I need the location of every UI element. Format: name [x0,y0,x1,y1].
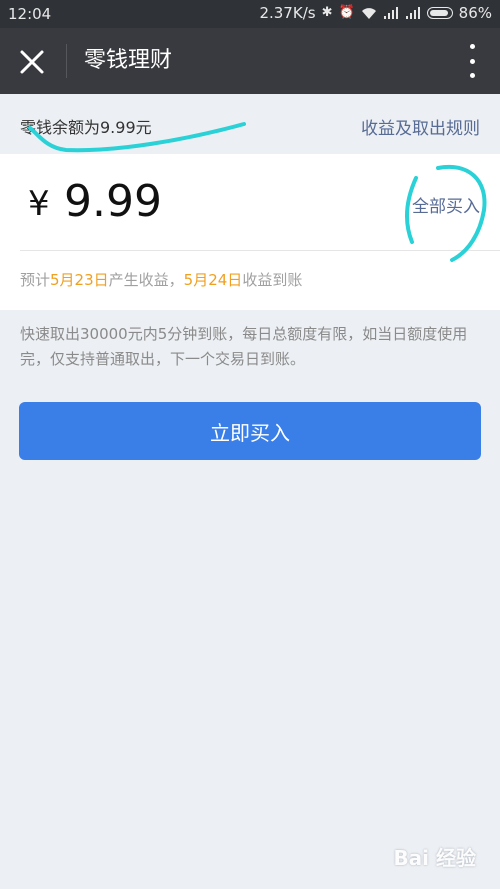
bluetooth-icon: ✱ [321,5,333,20]
balance-row: 零钱余额为9.99元 收益及取出规则 [0,94,500,154]
forecast-text: 预计5月23日产生收益，5月24日收益到账 [20,271,303,289]
alarm-icon: ⏰ [338,5,355,20]
amount-input[interactable] [64,176,364,227]
more-button[interactable] [462,44,482,78]
rules-link[interactable]: 收益及取出规则 [361,114,480,139]
currency-symbol: ¥ [28,184,50,224]
network-speed: 2.37K/s [259,4,316,22]
balance-text: 零钱余额为9.99元 [20,118,152,137]
forecast-date-1: 5月23日 [50,271,109,289]
signal-icon-2 [405,7,420,19]
notice-text: 快速取出30000元内5分钟到账，每日总额度有限，如当日额度使用完，仅支持普通取… [20,325,468,368]
forecast-date-2: 5月24日 [183,271,243,289]
buy-all-link[interactable]: 全部买入 [412,192,480,217]
battery-percent: 86% [458,4,492,22]
close-icon [20,50,44,74]
amount-card: ¥ 全部买入 预计5月23日产生收益，5月24日收益到账 [0,154,500,310]
signal-icon [383,7,398,19]
watermark: Bai 经验 [393,846,476,870]
wifi-icon [361,8,376,19]
buy-now-button[interactable]: 立即买入 [19,402,481,460]
nav-divider [66,44,67,78]
status-icons: 2.37K/s ✱ ⏰ 86% [259,4,492,22]
battery-icon [426,7,453,19]
page-title: 零钱理财 [84,48,173,73]
more-vertical-icon [469,44,475,49]
status-time: 12:04 [8,5,52,23]
close-button[interactable] [14,44,50,80]
status-bar: 12:04 2.37K/s ✱ ⏰ 86% [0,0,500,28]
divider [20,250,500,251]
nav-bar: 零钱理财 [0,28,500,94]
